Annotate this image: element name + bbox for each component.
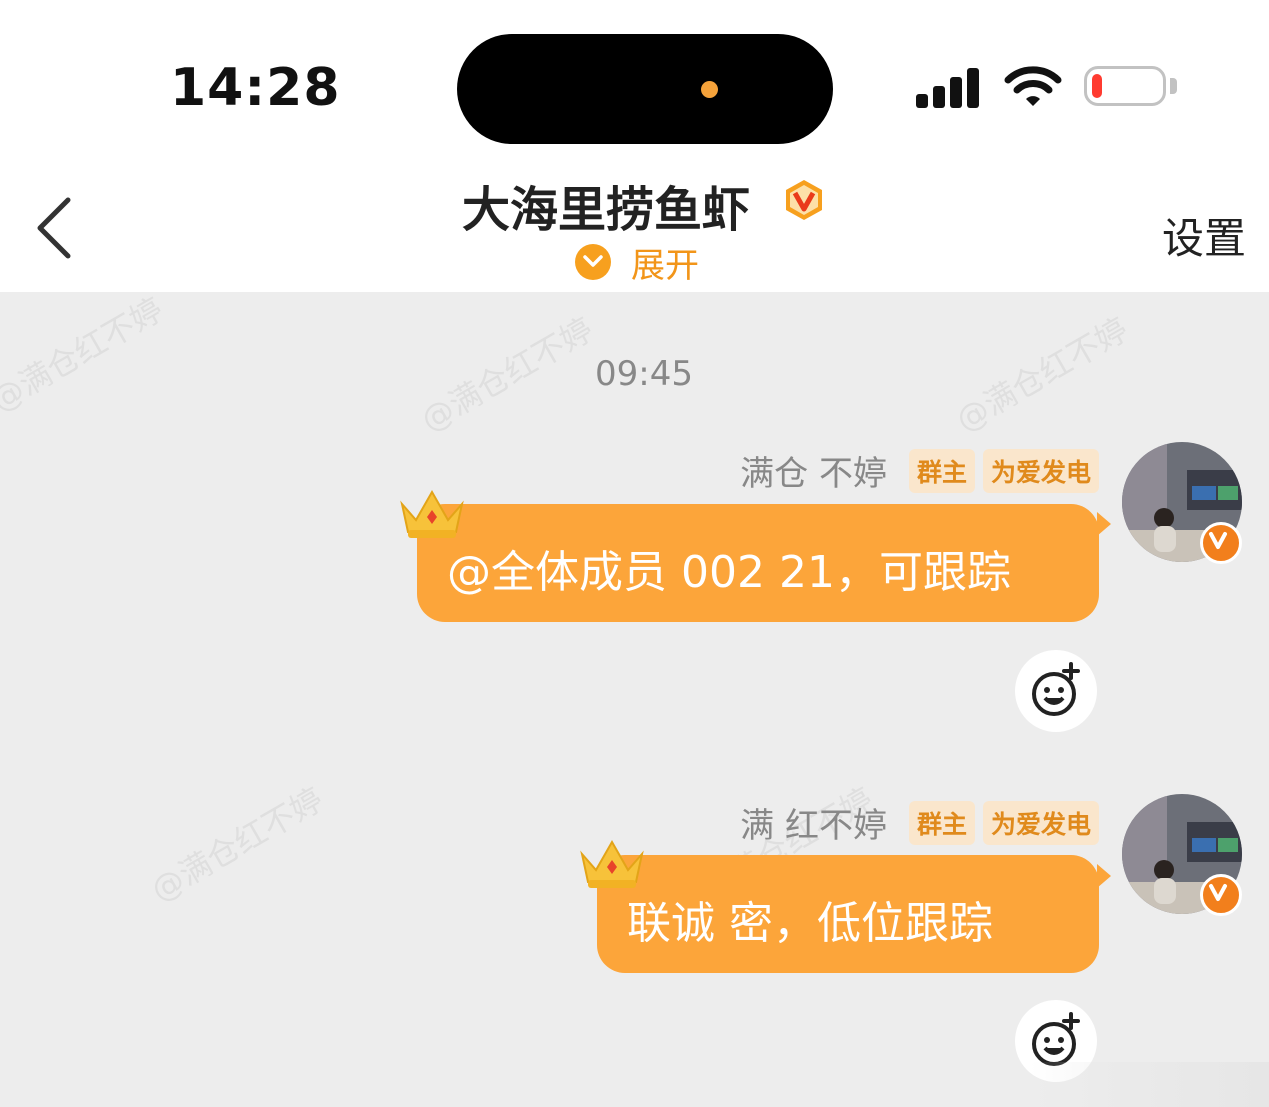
add-reaction-button[interactable] bbox=[1015, 650, 1097, 732]
chat-timestamp: 09:45 bbox=[595, 354, 693, 394]
add-emoji-icon bbox=[1032, 662, 1080, 716]
watermark: @满仓红不婷 bbox=[144, 780, 330, 910]
cellular-signal-icon bbox=[916, 68, 980, 108]
message-text: @全体成员 002 21，可跟踪 bbox=[447, 547, 1011, 598]
message-sender: 满仓 不婷 群主 为爱发电 bbox=[740, 446, 1099, 495]
v-badge-icon bbox=[786, 180, 822, 220]
verified-badge-icon bbox=[1200, 522, 1242, 564]
watermark: @满仓红不婷 bbox=[949, 310, 1135, 440]
message-bubble[interactable]: 联诚 密，低位跟踪 bbox=[597, 855, 1099, 973]
title-badge: 为爱发电 bbox=[982, 448, 1099, 493]
watermark: @满仓红不婷 bbox=[0, 290, 170, 420]
battery-level bbox=[1092, 74, 1102, 98]
message-sender: 满 红不婷 群主 为爱发电 bbox=[740, 798, 1099, 847]
title-badge: 为爱发电 bbox=[982, 800, 1099, 845]
expand-label: 展开 bbox=[631, 245, 699, 286]
watermark: @满仓红不婷 bbox=[414, 310, 600, 440]
chevron-left-icon[interactable] bbox=[30, 196, 80, 260]
bubble-tail bbox=[1097, 512, 1111, 536]
wifi-icon bbox=[1004, 66, 1062, 106]
expand-button[interactable]: 展开 bbox=[575, 240, 699, 286]
sender-name: 满仓 不婷 bbox=[740, 454, 887, 494]
top-bar: 14:28 大海里捞鱼虾 展开 设置 bbox=[0, 0, 1269, 292]
bubble-tail bbox=[1097, 864, 1111, 888]
role-badge: 群主 bbox=[908, 448, 975, 493]
chevron-down-icon bbox=[575, 244, 611, 280]
dynamic-island bbox=[457, 34, 833, 144]
crown-icon bbox=[400, 489, 464, 538]
battery-icon bbox=[1084, 66, 1166, 106]
message-bubble[interactable]: @全体成员 002 21，可跟踪 bbox=[417, 504, 1099, 622]
settings-button[interactable]: 设置 bbox=[1162, 205, 1246, 266]
message-text: 联诚 密，低位跟踪 bbox=[627, 898, 993, 949]
verified-badge-icon bbox=[1200, 874, 1242, 916]
role-badge: 群主 bbox=[908, 800, 975, 845]
group-title: 大海里捞鱼虾 bbox=[462, 182, 751, 238]
bottom-fade bbox=[1030, 1062, 1269, 1107]
status-time: 14:28 bbox=[170, 58, 341, 118]
sender-name: 满 红不婷 bbox=[740, 806, 887, 846]
recording-indicator-icon bbox=[701, 81, 718, 98]
battery-tip bbox=[1170, 78, 1177, 94]
crown-icon bbox=[580, 839, 644, 888]
